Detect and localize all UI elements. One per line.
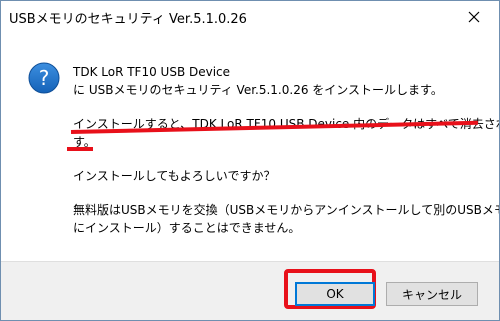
install-line: に USBメモリのセキュリティ Ver.5.1.0.26 をインストールします。: [73, 83, 443, 97]
note-line-2: にインストール）することはできません。: [73, 221, 301, 235]
confirm-question: インストールしてもよろしいですか？: [73, 169, 276, 183]
question-icon: ?: [28, 62, 60, 94]
close-icon: [468, 11, 480, 23]
ok-button[interactable]: OK: [295, 282, 375, 306]
svg-text:?: ?: [39, 66, 50, 90]
window-title: USBメモリのセキュリティ Ver.5.1.0.26: [9, 12, 247, 27]
dialog-content: ? TDK LoR TF10 USB Device に USBメモリのセキュリテ…: [1, 33, 499, 261]
note-line-1: 無料版はUSBメモリを交換（USBメモリからアンインストールして別のUSBメモリ: [73, 203, 500, 217]
message-text: TDK LoR TF10 USB Device に USBメモリのセキュリティ …: [67, 63, 500, 237]
dialog-window: USBメモリのセキュリティ Ver.5.1.0.26 ? TDK LoR TF1…: [0, 0, 500, 321]
device-name-line: TDK LoR TF10 USB Device: [73, 65, 231, 79]
red-underline-2: [67, 147, 93, 151]
title-bar: USBメモリのセキュリティ Ver.5.1.0.26: [1, 1, 499, 33]
button-bar: OK キャンセル: [1, 261, 499, 320]
cancel-button[interactable]: キャンセル: [386, 282, 478, 306]
close-button[interactable]: [456, 4, 492, 30]
warning-message: インストールすると、TDK LoR TF10 USB Device 内のデータは…: [67, 115, 499, 151]
